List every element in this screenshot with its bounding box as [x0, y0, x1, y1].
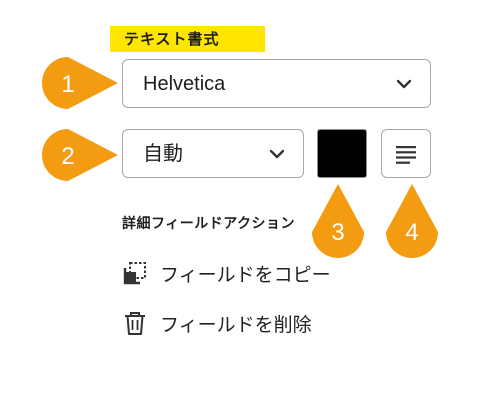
- copy-field-label: フィールドをコピー: [160, 263, 331, 286]
- section-title: テキスト書式: [110, 26, 265, 52]
- text-format-panel: テキスト書式 Helvetica 自動 詳細フィールドアクション フィールドをコ…: [0, 0, 488, 401]
- callout-3: 3: [312, 184, 364, 258]
- font-size-dropdown[interactable]: 自動: [122, 129, 304, 178]
- font-family-dropdown[interactable]: Helvetica: [122, 59, 431, 108]
- more-field-actions-label: 詳細フィールドアクション: [122, 216, 296, 232]
- font-family-value: Helvetica: [143, 73, 226, 95]
- chevron-down-icon: [396, 79, 412, 89]
- delete-field-action[interactable]: フィールドを削除: [122, 308, 312, 338]
- callout-1: 1: [42, 57, 118, 109]
- font-size-value: 自動: [143, 143, 183, 165]
- callout-4-number: 4: [405, 219, 418, 246]
- trash-icon: [122, 310, 148, 336]
- text-align-button[interactable]: [381, 129, 431, 178]
- callout-1-number: 1: [61, 71, 74, 98]
- copy-field-icon: [122, 260, 148, 286]
- callout-3-number: 3: [331, 219, 344, 246]
- delete-field-label: フィールドを削除: [160, 313, 312, 336]
- align-left-icon: [396, 146, 416, 164]
- text-color-swatch[interactable]: [317, 129, 367, 178]
- copy-field-action[interactable]: フィールドをコピー: [122, 258, 331, 288]
- callout-4: 4: [386, 184, 438, 258]
- callout-2: 2: [42, 129, 118, 181]
- callout-2-number: 2: [61, 143, 74, 170]
- chevron-down-icon: [269, 149, 285, 159]
